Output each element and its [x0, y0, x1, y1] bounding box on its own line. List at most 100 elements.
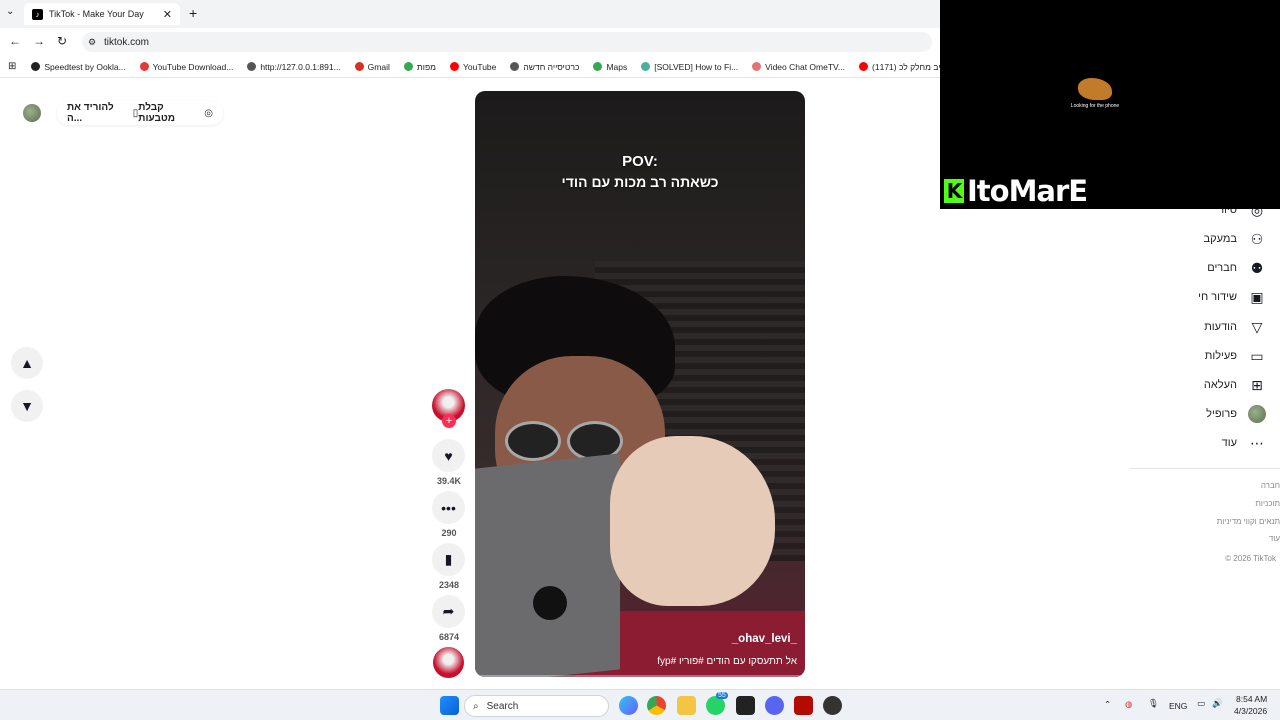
new-tab-button[interactable]: + [189, 5, 197, 21]
bookmark-favicon-icon [510, 62, 520, 71]
bookmark-icon: ▮ [444, 551, 453, 567]
next-video-button[interactable]: ▼ [11, 390, 43, 422]
bookmark-item[interactable]: YouTube Download... [133, 62, 241, 72]
previous-video-button[interactable]: ▲ [11, 347, 43, 379]
sidebar-item-6[interactable]: ⊞ העלאה [1204, 376, 1266, 394]
sidebar-footer-link[interactable]: תנאים וקווי מדיניות [1217, 517, 1280, 526]
tab-list-chevron-icon[interactable]: ⌄ [6, 6, 14, 17]
sidebar-item-5[interactable]: ▭ פעילות [1205, 347, 1266, 365]
get-coins-button[interactable]: קבלת מטבעות ◎ [138, 102, 213, 124]
bookmark-favicon-icon [247, 62, 257, 71]
download-app-button[interactable]: להוריד את ה... ▯ [67, 102, 138, 124]
video-player[interactable]: POV: כשאתה רב מכות עם הודי _ohav_levi_ א… [475, 91, 805, 677]
sidebar-item-7[interactable]: פרופיל [1206, 405, 1266, 423]
windows-taskbar: ⌕ Search 55 ⌃ ◍ 🎙 ENG ▭ 🔊 8:54 AM 4/3/20… [0, 689, 1280, 720]
adobe-acrobat-icon[interactable] [794, 696, 813, 715]
video-caption-line1: POV: [622, 153, 658, 170]
forward-icon[interactable]: → [33, 34, 45, 48]
sidebar-item-8[interactable]: ⋯ עוד [1222, 434, 1266, 452]
bookmark-label: מפות [416, 61, 436, 72]
language-indicator[interactable]: ENG [1169, 701, 1187, 711]
bookmark-favicon-icon [449, 62, 459, 71]
bookmark-item[interactable]: YouTube [443, 62, 503, 72]
sidebar-footer-link[interactable]: © 2026 TikTok [1225, 554, 1276, 563]
like-button[interactable]: ♥ [432, 439, 465, 472]
search-icon: ⌕ [473, 700, 479, 712]
share-count: 6874 [438, 632, 460, 642]
bookmark-favicon-icon [752, 62, 762, 71]
bookmark-item[interactable]: כרטיסייה חדשה [503, 62, 586, 72]
video-sleeve [475, 453, 620, 677]
user-avatar[interactable] [23, 104, 41, 122]
sidebar-item-4[interactable]: ▽ הודעות [1204, 318, 1266, 336]
sidebar-item-label: חברים [1207, 262, 1237, 274]
follow-plus-icon[interactable]: + [442, 414, 456, 428]
browser-tab-bar: ⌄ ♪ TikTok - Make Your Day ✕ + [0, 0, 940, 28]
more-icon: ⋯ [1250, 434, 1264, 451]
windows-start-icon[interactable] [440, 696, 459, 715]
bookmark-label: YouTube Download... [152, 61, 234, 72]
taskbar-search[interactable]: ⌕ Search [464, 695, 609, 717]
bookmark-item[interactable]: (1171) לייב מחלק לכ... [852, 62, 940, 72]
microphone-icon[interactable]: 🎙 [1148, 698, 1159, 709]
save-button[interactable]: ▮ [432, 543, 465, 576]
sidebar-item-label: העלאה [1203, 379, 1237, 391]
discord-icon[interactable] [765, 696, 784, 715]
bookmarks-bar: ⊞ Speedtest by Ookla... YouTube Download.… [0, 56, 940, 78]
comment-count: 290 [441, 528, 457, 538]
sidebar-footer-link[interactable]: תוכניות [1255, 499, 1280, 508]
file-explorer-icon[interactable] [677, 696, 696, 715]
apps-icon[interactable]: ⊞ [0, 61, 24, 72]
bookmark-favicon-icon [859, 62, 869, 71]
tray-app-icon[interactable]: ◍ [1125, 699, 1132, 710]
video-progress-bar[interactable] [475, 675, 805, 677]
sidebar-item-3[interactable]: ▣ שידור חי [1198, 288, 1266, 306]
bookmark-item[interactable]: Video Chat OmeTV... [745, 62, 852, 72]
video-username[interactable]: _ohav_levi_ [732, 633, 797, 645]
network-icon[interactable]: ▭ [1197, 698, 1205, 709]
volume-icon[interactable]: 🔊 [1212, 698, 1223, 709]
top-actions-pill: להוריד את ה... ▯ קבלת מטבעות ◎ [57, 101, 223, 125]
whatsapp-badge: 55 [716, 692, 728, 699]
back-icon[interactable]: ← [9, 34, 21, 48]
bookmark-label: Speedtest by Ookla... [44, 61, 126, 72]
bookmark-label: YouTube [462, 61, 497, 72]
bookmark-item[interactable]: [SOLVED] How to Fi... [634, 62, 745, 72]
chrome-icon[interactable] [647, 696, 666, 715]
copilot-icon[interactable] [619, 696, 638, 715]
sidebar-item-2[interactable]: ⚉ חברים [1207, 259, 1266, 277]
download-app-label: להוריד את ה... [67, 102, 114, 124]
tray-chevron-icon[interactable]: ⌃ [1104, 699, 1111, 710]
sidebar-footer-link[interactable]: עוד [1269, 534, 1280, 543]
sidebar-footer-link[interactable]: חברה [1261, 481, 1280, 490]
bookmark-label: http://127.0.0.1:891... [260, 61, 341, 72]
bookmark-item[interactable]: http://127.0.0.1:891... [240, 62, 347, 72]
taskbar-search-label: Search [486, 700, 519, 712]
close-tab-icon[interactable]: ✕ [163, 8, 172, 21]
clock-time[interactable]: 8:54 AM [1236, 694, 1267, 704]
app-icon[interactable] [823, 696, 842, 715]
sidebar-item-label: במעקב [1203, 233, 1238, 245]
profile-avatar [1248, 405, 1266, 423]
tab-title: TikTok - Make Your Day [49, 9, 144, 19]
sidebar-item-1[interactable]: ⚇ במעקב [1204, 230, 1267, 248]
comment-button[interactable]: ••• [432, 491, 465, 524]
bookmark-label: [SOLVED] How to Fi... [654, 61, 739, 72]
kick-k-icon: K [944, 179, 964, 203]
bookmark-item[interactable]: Gmail [348, 62, 397, 72]
music-disc-avatar[interactable] [433, 647, 464, 678]
url-text: tiktok.com [104, 36, 150, 48]
bookmark-item[interactable]: Speedtest by Ookla... [24, 62, 132, 72]
browser-tab[interactable]: ♪ TikTok - Make Your Day ✕ [24, 3, 180, 25]
bookmark-item[interactable]: מפות [397, 62, 443, 72]
reload-icon[interactable]: ↻ [57, 34, 67, 48]
share-button[interactable]: ➦ [432, 595, 465, 628]
friends-icon: ⚉ [1250, 259, 1264, 276]
video-fist [610, 436, 775, 606]
address-bar[interactable]: ⚙ tiktok.com [82, 32, 932, 52]
site-info-icon[interactable]: ⚙ [88, 37, 96, 48]
epic-games-icon[interactable] [736, 696, 755, 715]
upload-icon: ⊞ [1251, 376, 1263, 393]
clock-date[interactable]: 4/3/2026 [1234, 706, 1267, 716]
bookmark-item[interactable]: Maps [586, 62, 634, 72]
